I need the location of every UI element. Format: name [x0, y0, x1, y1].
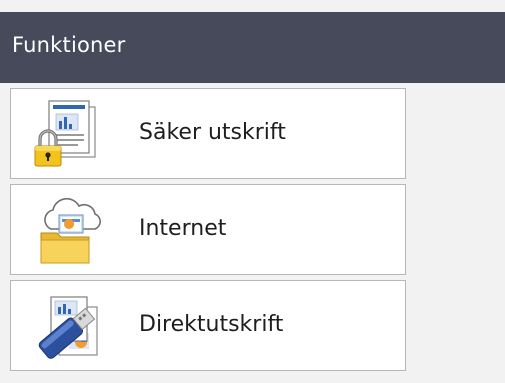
page-title: Funktioner: [12, 33, 126, 57]
usb-direct-print-icon: [29, 289, 109, 363]
internet-button[interactable]: Internet: [10, 184, 406, 275]
internet-folder-icon: [29, 193, 109, 267]
function-menu: Säker utskrift Internet Direktutskrift: [10, 88, 406, 376]
title-bar: Funktioner: [0, 12, 505, 83]
internet-label: Internet: [139, 216, 227, 241]
secure-print-button[interactable]: Säker utskrift: [10, 88, 406, 179]
secure-print-icon: [29, 97, 109, 171]
secure-print-label: Säker utskrift: [139, 120, 286, 145]
direct-print-button[interactable]: Direktutskrift: [10, 280, 406, 371]
direct-print-label: Direktutskrift: [139, 312, 284, 337]
